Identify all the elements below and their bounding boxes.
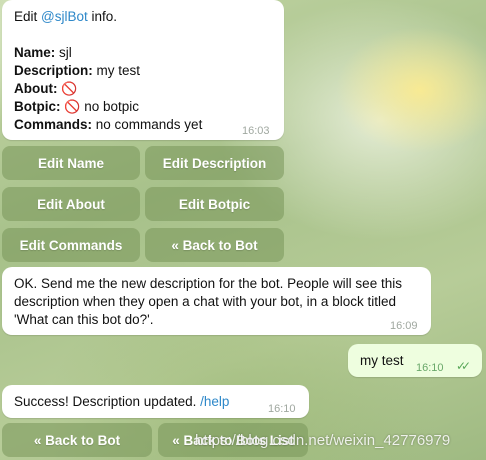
about-row: About: 🚫	[14, 81, 78, 96]
name-row: Name: sjl	[14, 45, 72, 60]
edit-botpic-button[interactable]: Edit Botpic	[145, 187, 284, 221]
prompt-text: OK. Send me the new description for the …	[14, 276, 402, 327]
prompt-message: OK. Send me the new description for the …	[2, 267, 431, 335]
message-time: 16:03	[242, 125, 270, 137]
edit-commands-button[interactable]: Edit Commands	[2, 228, 140, 262]
edit-about-button[interactable]: Edit About	[2, 187, 140, 221]
description-row: Description: my test	[14, 63, 141, 78]
message-time: 16:10	[416, 362, 444, 374]
intro-line: Edit @sjlBot info.	[14, 9, 118, 24]
back-to-bot-button[interactable]: « Back to Bot	[2, 423, 152, 457]
bot-handle-link[interactable]: @sjlBot	[41, 9, 88, 24]
no-entry-icon: 🚫	[64, 99, 81, 114]
bot-info-message: Edit @sjlBot info. Name: sjl Description…	[2, 0, 284, 140]
outgoing-text: my test	[360, 353, 404, 368]
message-time: 16:10	[268, 403, 296, 415]
edit-name-button[interactable]: Edit Name	[2, 146, 140, 180]
help-command-link[interactable]: /help	[200, 394, 229, 409]
success-message: Success! Description updated. /help 16:1…	[2, 385, 309, 418]
commands-row: Commands: no commands yet	[14, 117, 203, 132]
edit-description-button[interactable]: Edit Description	[145, 146, 284, 180]
botpic-row: Botpic: 🚫 no botpic	[14, 99, 139, 114]
success-line: Success! Description updated. /help	[14, 394, 230, 409]
no-entry-icon: 🚫	[61, 81, 78, 96]
read-double-check-icon: ✓✓	[456, 359, 471, 373]
message-time: 16:09	[390, 320, 418, 332]
watermark-url: https://blog.csdn.net/weixin_42776979	[195, 432, 451, 449]
back-to-bot-button[interactable]: « Back to Bot	[145, 228, 284, 262]
outgoing-message: my test 16:10 ✓✓	[348, 344, 482, 377]
